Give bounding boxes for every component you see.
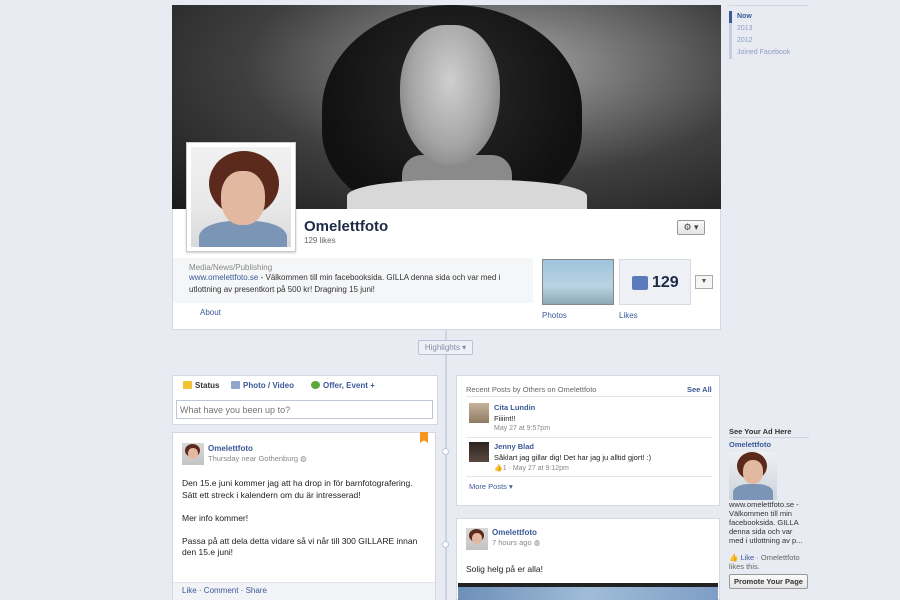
post-meta: Thursday near Gothenburg ◍ bbox=[208, 454, 307, 463]
cover-shirt bbox=[347, 180, 587, 209]
promote-page-button[interactable]: Promote Your Page bbox=[729, 574, 808, 589]
recent-post-author[interactable]: Cita Lundin bbox=[494, 403, 535, 412]
spine-connector bbox=[442, 448, 449, 455]
likes-tab[interactable]: Likes bbox=[619, 311, 638, 320]
composer-photo-label: Photo bbox=[243, 381, 266, 390]
year-nav-now[interactable]: Now bbox=[729, 11, 809, 23]
recent-posts-title: Recent Posts by Others on Omelettfoto bbox=[466, 385, 597, 394]
post-actions[interactable]: Like · Comment · Share bbox=[182, 586, 267, 595]
globe-icon: ◍ bbox=[533, 538, 541, 547]
recent-post-time[interactable]: May 27 at 9:57pm bbox=[494, 425, 550, 432]
likes-tab-count: 129 bbox=[652, 274, 679, 291]
settings-button[interactable]: ⚙ ▾ bbox=[677, 220, 705, 235]
composer-status-label: Status bbox=[195, 381, 220, 390]
status-input[interactable] bbox=[176, 400, 433, 419]
ad-image[interactable] bbox=[729, 452, 777, 500]
globe-icon: ◍ bbox=[300, 454, 307, 463]
year-nav-2012[interactable]: 2012 bbox=[732, 35, 809, 47]
gear-icon: ⚙ bbox=[683, 222, 692, 232]
spine-connector bbox=[442, 541, 449, 548]
ad-page-name[interactable]: Omelettfoto bbox=[729, 440, 771, 449]
post-avatar[interactable] bbox=[182, 443, 204, 465]
post-photo[interactable] bbox=[458, 583, 718, 600]
ad-section-title[interactable]: See Your Ad Here bbox=[729, 427, 791, 436]
recent-post-time[interactable]: 👍1 · May 27 at 9:12pm bbox=[494, 464, 569, 472]
post-author[interactable]: Omelettfoto bbox=[208, 444, 253, 453]
status-icon bbox=[183, 381, 192, 389]
ad-description: www.omelettfoto.se - Välkommen till min … bbox=[729, 500, 803, 545]
thumbs-up-icon: 👍 bbox=[494, 465, 503, 472]
chevron-down-icon: ▾ bbox=[694, 222, 699, 232]
more-posts-link[interactable]: More Posts ▾ bbox=[469, 482, 513, 491]
highlights-dropdown[interactable]: Highlights ▾ bbox=[418, 340, 473, 355]
photo-icon bbox=[231, 381, 240, 389]
post-author[interactable]: Omelettfoto bbox=[492, 528, 537, 537]
recent-post-meta-text: 1 · May 27 at 9:12pm bbox=[502, 465, 569, 472]
page-likes-count: 129 likes bbox=[304, 236, 336, 245]
recent-post-author[interactable]: Jenny Blad bbox=[494, 442, 534, 451]
ad-face bbox=[743, 460, 763, 484]
profile-face bbox=[221, 171, 265, 225]
ad-body bbox=[733, 484, 773, 500]
page-title[interactable]: Omelettfoto bbox=[304, 218, 388, 235]
avatar[interactable] bbox=[469, 442, 489, 462]
post-meta-text: Thursday near Gothenburg bbox=[208, 454, 299, 463]
divider bbox=[466, 396, 712, 397]
photos-tab[interactable]: Photos bbox=[542, 311, 567, 320]
expand-tabs-button[interactable]: ▼ bbox=[695, 275, 713, 289]
ad-like-link[interactable]: Like bbox=[740, 553, 754, 562]
post-meta-text: 7 hours ago bbox=[492, 538, 532, 547]
year-nav-2013[interactable]: 2013 bbox=[732, 23, 809, 35]
year-nav-joined[interactable]: Joined Facebook bbox=[732, 47, 809, 59]
thumbs-up-icon bbox=[632, 276, 648, 290]
offer-icon bbox=[311, 381, 320, 389]
post-avatar[interactable] bbox=[466, 528, 488, 550]
recent-post-text: Fiiiint!! bbox=[494, 414, 516, 423]
recent-post-text: Såklart jag gillar dig! Det har jag ju a… bbox=[494, 453, 652, 462]
post-meta: 7 hours ago ◍ bbox=[492, 538, 540, 547]
nav-divider bbox=[729, 5, 809, 6]
avatar[interactable] bbox=[469, 403, 489, 423]
composer-status-tab[interactable]: Status bbox=[183, 381, 219, 390]
chevron-down-icon: ▼ bbox=[700, 278, 708, 285]
profile-picture[interactable] bbox=[186, 142, 296, 252]
composer-offer-label: Offer, Event + bbox=[323, 381, 375, 390]
about-link[interactable]: About bbox=[200, 308, 221, 317]
post-body: Solig helg på er alla! bbox=[466, 564, 544, 574]
divider bbox=[729, 437, 809, 438]
post-body: Den 15.e juni kommer jag att ha drop in … bbox=[182, 478, 418, 557]
timeline-spine bbox=[445, 330, 447, 600]
divider bbox=[466, 476, 712, 477]
website-link[interactable]: www.omelettfoto.se bbox=[189, 273, 258, 282]
composer-video-label: Video bbox=[272, 381, 294, 390]
photos-tab-thumbnail[interactable] bbox=[542, 259, 614, 305]
composer-photo-tab[interactable]: Photo / Video bbox=[231, 381, 294, 390]
divider bbox=[466, 437, 712, 438]
profile-photo bbox=[191, 147, 291, 247]
see-all-link[interactable]: See All bbox=[687, 385, 712, 394]
ad-like-line: 👍 Like · Omelettfoto likes this. bbox=[729, 553, 809, 571]
thumbs-up-icon: 👍 bbox=[729, 553, 739, 562]
about-description: www.omelettfoto.se - Välkommen till min … bbox=[189, 272, 519, 296]
timeline-year-nav: Now 2013 2012 Joined Facebook bbox=[729, 11, 809, 59]
page-category: Media/News/Publishing bbox=[189, 263, 273, 272]
cover-face bbox=[400, 25, 500, 165]
composer-offer-tab[interactable]: Offer, Event + bbox=[311, 381, 375, 390]
